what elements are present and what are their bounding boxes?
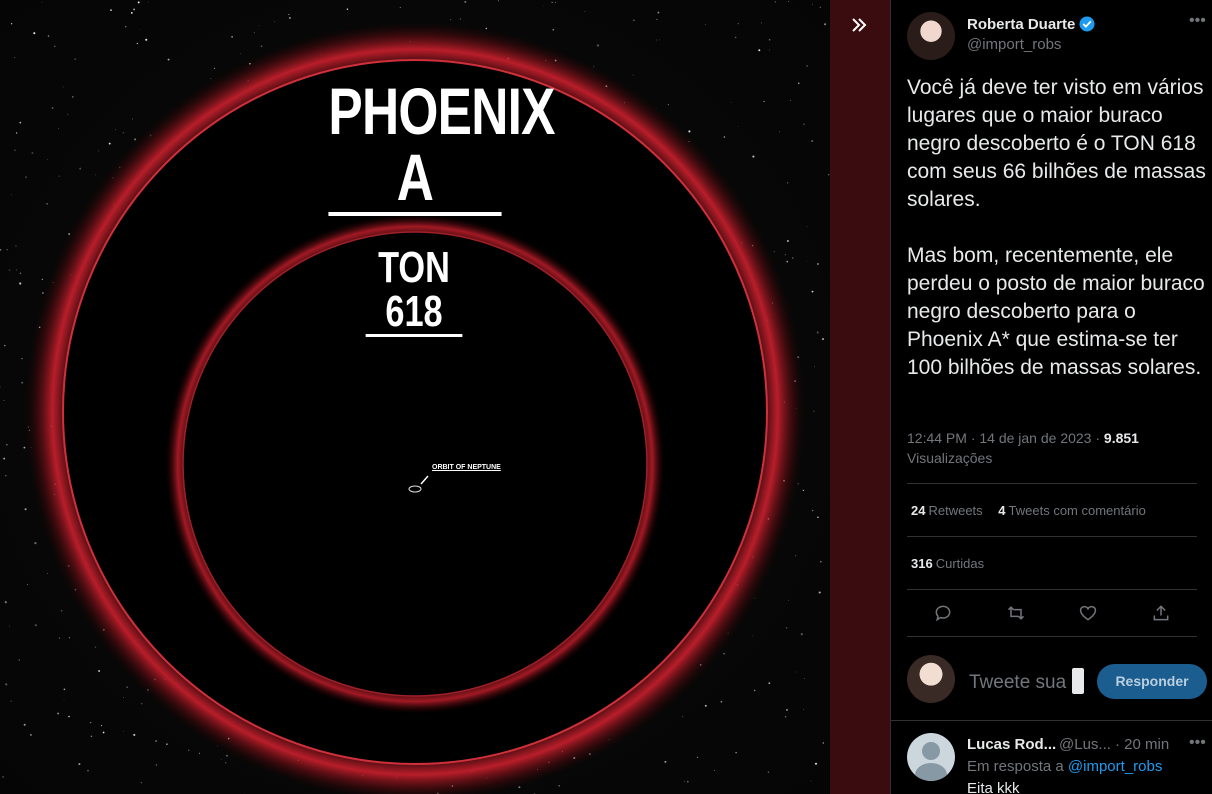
likes-stats: 316 Curtidas	[911, 556, 996, 571]
author-avatar[interactable]	[907, 12, 955, 60]
like-icon[interactable]	[1073, 598, 1103, 628]
current-user-avatar	[907, 655, 955, 703]
share-icon[interactable]	[1146, 598, 1176, 628]
divider	[907, 483, 1197, 484]
tweet-actions	[907, 598, 1197, 628]
tweet-detail-panel: Roberta Duarte @import_robs ••• Você já …	[890, 0, 1212, 794]
media-viewer[interactable]: PHOENIX A TON 618 ORBIT OF NEPTUNE	[0, 0, 830, 794]
tweet-meta: 12:44 PM · 14 de jan de 2023 · 9.851 Vis…	[907, 428, 1139, 468]
views-count: 9.851	[1103, 430, 1139, 446]
divider	[907, 589, 1197, 590]
divider	[907, 536, 1197, 537]
background-timeline-strip	[830, 0, 890, 794]
author-handle[interactable]: @import_robs	[967, 36, 1061, 53]
more-options-icon[interactable]: •••	[1189, 734, 1206, 752]
likes-stat[interactable]: 316 Curtidas	[911, 556, 984, 571]
ton-618-title: TON 618	[365, 246, 463, 337]
neptune-orbit-label: ORBIT OF NEPTUNE	[432, 464, 501, 471]
reply-author-name[interactable]: Lucas Rod...	[967, 736, 1056, 753]
reply-time[interactable]: · 20 min	[1115, 736, 1169, 753]
quotes-stat[interactable]: 4 Tweets com comentário	[998, 503, 1146, 518]
text-cursor	[1072, 668, 1084, 694]
tweet-text: Você já deve ter visto em vários lugares…	[907, 74, 1207, 410]
retweets-stat[interactable]: 24 Retweets	[911, 503, 983, 518]
reply-author-handle[interactable]: @Lus...	[1059, 736, 1111, 753]
reply-input[interactable]	[969, 670, 1077, 696]
collapse-panel-icon	[852, 18, 867, 32]
double-chevron-right-icon[interactable]	[842, 14, 876, 48]
retweet-icon[interactable]	[1001, 598, 1031, 628]
views-label: Visualizações	[907, 450, 993, 466]
tweet-timestamp[interactable]: 12:44 PM · 14 de jan de 2023 ·	[907, 430, 1104, 446]
divider	[891, 720, 1212, 721]
engagement-stats: 24 Retweets 4 Tweets com comentário	[911, 503, 1158, 518]
author-name[interactable]: Roberta Duarte	[967, 16, 1075, 33]
reply-icon[interactable]	[928, 598, 958, 628]
reply-author-avatar[interactable]	[907, 733, 955, 781]
phoenix-a-title: PHOENIX A	[328, 74, 555, 216]
more-options-icon[interactable]: •••	[1189, 12, 1206, 30]
tweet-paragraph: Mas bom, recentemente, ele perdeu o post…	[907, 244, 1205, 379]
tweet-paragraph: Você já deve ter visto em vários lugares…	[907, 76, 1206, 211]
reply-button[interactable]: Responder	[1097, 664, 1207, 699]
reply-context: Em resposta a @import_robs	[967, 758, 1163, 775]
divider	[907, 636, 1197, 637]
reply-mention-link[interactable]: @import_robs	[1068, 758, 1162, 775]
verified-badge-icon	[1079, 16, 1095, 32]
reply-text: Eita kkk	[967, 780, 1020, 794]
